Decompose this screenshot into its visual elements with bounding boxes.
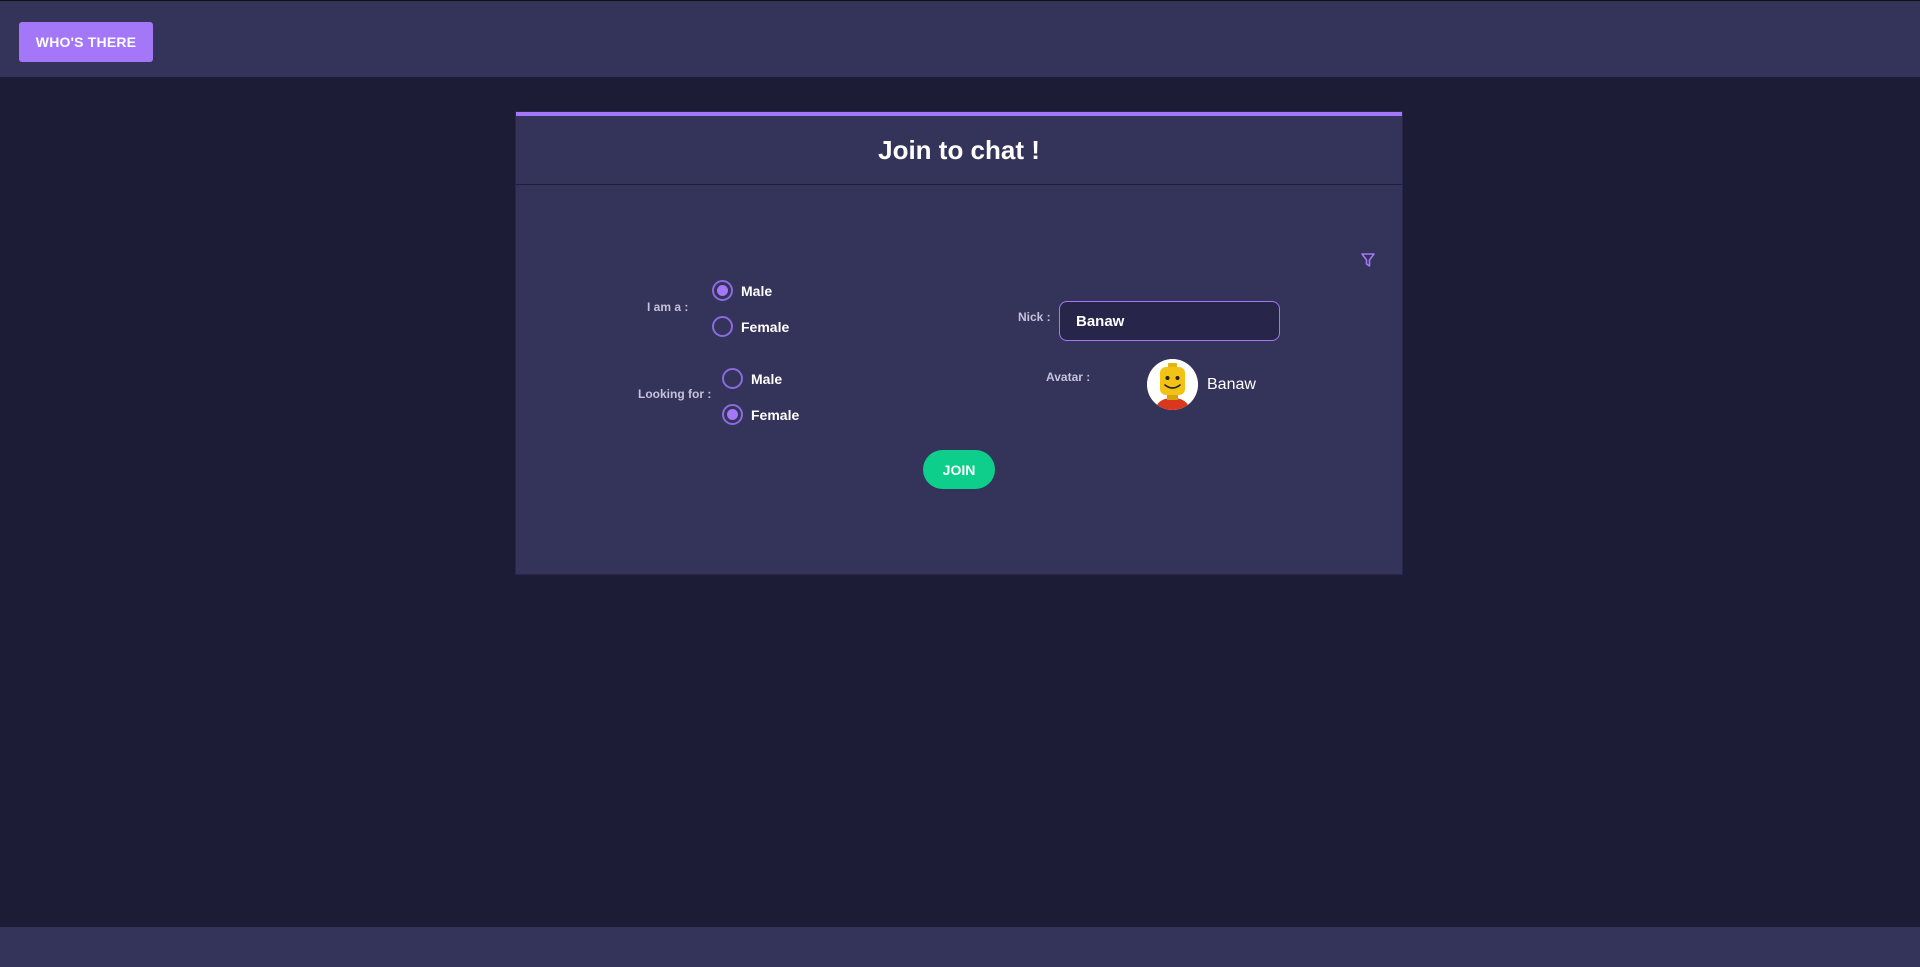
avatar[interactable] [1147, 359, 1198, 410]
nick-label: Nick : [1018, 310, 1051, 324]
join-button[interactable]: JOIN [923, 450, 995, 489]
radio-label: Female [741, 318, 790, 335]
gender-male-radio[interactable]: Male [712, 280, 772, 301]
join-chat-card: Join to chat ! I am a : Male Female Look… [516, 112, 1402, 574]
radio-circle [722, 368, 743, 389]
avatar-name: Banaw [1207, 376, 1256, 393]
footer-bar [0, 927, 1920, 967]
looking-for-label: Looking for : [638, 387, 712, 401]
radio-circle [722, 404, 743, 425]
filter-icon[interactable] [1360, 252, 1376, 273]
lego-head-icon [1147, 359, 1198, 410]
whos-there-button[interactable]: WHO'S THERE [19, 22, 153, 62]
radio-label: Male [751, 370, 783, 387]
gender-female-radio[interactable]: Female [712, 316, 789, 337]
avatar-label: Avatar : [1046, 370, 1091, 384]
radio-circle [712, 316, 733, 337]
top-navbar: WHO'S THERE [0, 0, 1920, 77]
radio-label: Female [751, 406, 800, 423]
radio-circle [712, 280, 733, 301]
card-header: Join to chat ! [516, 116, 1402, 185]
nick-input[interactable] [1059, 301, 1280, 341]
looking-male-radio[interactable]: Male [722, 368, 782, 389]
card-title: Join to chat ! [878, 134, 1040, 165]
gender-label: I am a : [647, 300, 689, 314]
radio-label: Male [741, 282, 773, 299]
looking-female-radio[interactable]: Female [722, 404, 799, 425]
